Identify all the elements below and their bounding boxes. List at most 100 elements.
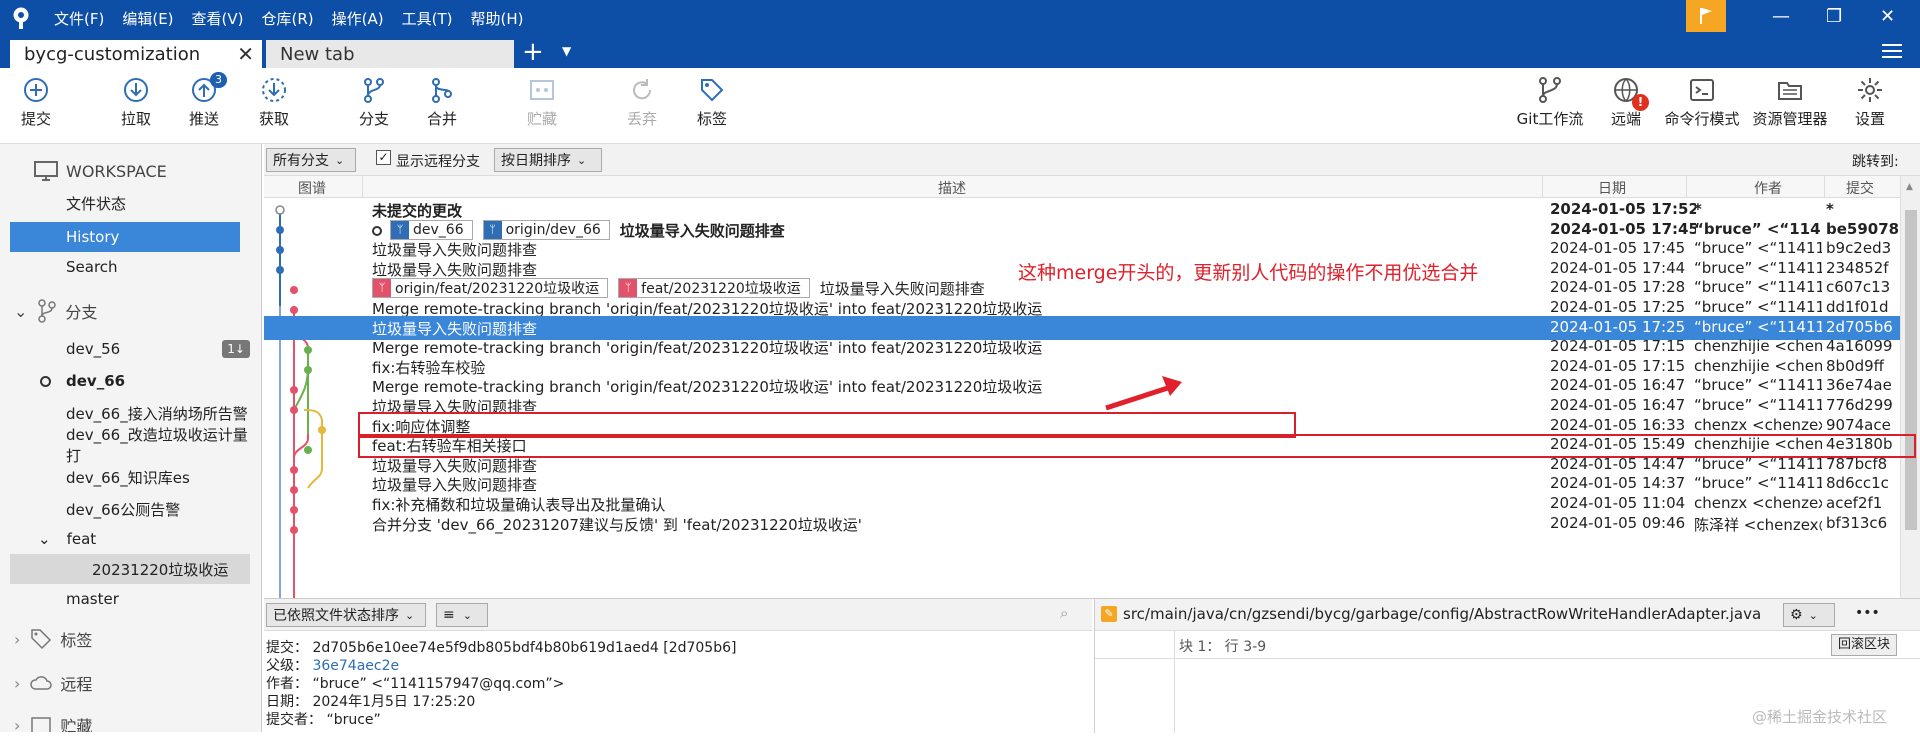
parent-link[interactable]: 36e74aec2e <box>312 658 399 674</box>
discard-icon <box>633 79 652 100</box>
chevron-right-icon[interactable]: › <box>14 716 20 733</box>
sidebar-branch-dev-56[interactable]: dev_56 1↓ <box>0 334 261 364</box>
branch-name: dev_66_改造垃圾收运计量打 <box>66 426 248 465</box>
menu-help[interactable]: 帮助(H) <box>470 8 523 29</box>
commit-hash: bf313c6 <box>1826 513 1888 532</box>
stash-icon <box>31 717 52 732</box>
commit-hash: 234852f <box>1826 258 1889 277</box>
sort-dropdown[interactable]: 按日期排序 ⌄ <box>494 148 602 172</box>
sidebar-item-history[interactable]: History <box>10 222 240 252</box>
more-options-icon[interactable]: ••• <box>1855 605 1880 621</box>
tag-label: 标签 <box>696 110 727 128</box>
hamburger-menu-icon[interactable] <box>1882 40 1902 60</box>
branch-name: dev_66 <box>66 372 126 390</box>
sidebar-branch-dev-66[interactable]: dev_66 <box>0 366 261 396</box>
commit-date: 2024-01-05 17:25 <box>1550 317 1686 336</box>
tab-new[interactable]: New tab <box>266 40 514 68</box>
search-icon[interactable]: ⌕ <box>1060 604 1068 622</box>
commit-author: “bruce” <“1141157947@qq.com”> <box>1694 317 1822 336</box>
pull-button[interactable]: 拉取 <box>106 76 166 129</box>
sidebar-branch-feat-child[interactable]: 20231220垃圾收运 <box>10 554 250 584</box>
commit-button[interactable]: 提交 <box>6 76 66 129</box>
stash-icon <box>530 80 554 100</box>
fetch-button[interactable]: 获取 <box>244 76 304 129</box>
toolbar: 提交 拉取 3 推送 获取 分支 合并 贮藏 丢弃 标签 Git工作流 ! 远端 <box>0 68 1920 144</box>
column-graph[interactable]: 图谱 <box>298 178 326 198</box>
menu-file[interactable]: 文件(F) <box>54 8 104 29</box>
tag-button[interactable]: 标签 <box>682 76 742 129</box>
stash-button[interactable]: 贮藏 <box>512 76 572 129</box>
history-scrollbar[interactable]: ▲ <box>1900 176 1920 602</box>
terminal-label: 命令行模式 <box>1664 110 1740 128</box>
chevron-down-icon[interactable]: ⌄ <box>14 302 27 321</box>
file-sort-dropdown[interactable]: 已依照文件状态排序 ⌄ <box>266 603 426 627</box>
chevron-down-icon: ⌄ <box>335 153 345 167</box>
push-button[interactable]: 3 推送 <box>174 72 234 129</box>
commit-hash: acef2f1 <box>1826 494 1883 512</box>
branches-header[interactable]: ⌄ 分支 <box>0 296 261 326</box>
branch-chip-label: origin/dev_66 <box>505 221 601 238</box>
explorer-button[interactable]: 资源管理器 <box>1752 76 1828 129</box>
sidebar-branch-master[interactable]: master <box>0 584 261 614</box>
close-tab-icon[interactable]: ✕ <box>237 42 254 66</box>
notification-flag-icon[interactable] <box>1686 0 1726 32</box>
menu-tools[interactable]: 工具(T) <box>402 8 453 29</box>
terminal-icon <box>1690 79 1714 101</box>
chevron-down-icon: ⌄ <box>577 153 587 167</box>
sidebar-branch-item[interactable]: dev_66_改造垃圾收运计量打 <box>0 426 261 465</box>
sidebar-item-search[interactable]: Search <box>0 252 261 282</box>
sidebar-item-label: History <box>66 228 120 246</box>
column-author[interactable]: 作者 <box>1754 178 1782 198</box>
settings-button[interactable]: 设置 <box>1840 76 1900 129</box>
view-mode-dropdown[interactable]: ≡ ⌄ <box>436 603 488 627</box>
column-commit[interactable]: 提交 <box>1846 178 1874 198</box>
branch-button[interactable]: 分支 <box>344 76 404 129</box>
tab-repository[interactable]: bycg-customization ✕ <box>10 40 262 68</box>
scrollbar-thumb[interactable] <box>1905 210 1917 530</box>
diff-toolbar: ✎ src/main/java/cn/gzsendi/bycg/garbage/… <box>1095 599 1920 631</box>
tab-bar: bycg-customization ✕ New tab <box>0 36 1920 68</box>
maximize-icon[interactable]: ❐ <box>1826 6 1842 27</box>
sidebar-folder-feat[interactable]: ⌄ feat <box>0 524 261 554</box>
show-remote-checkbox[interactable]: ✓ <box>376 150 391 165</box>
merge-button[interactable]: 合并 <box>412 76 472 129</box>
rollback-hunk-button[interactable]: 回滚区块 <box>1831 634 1898 656</box>
menu-view[interactable]: 查看(V) <box>192 8 244 29</box>
chevron-down-icon[interactable]: ⌄ <box>38 530 51 548</box>
menu-actions[interactable]: 操作(A) <box>332 8 384 29</box>
remotes-header[interactable]: › 远程 <box>0 668 261 698</box>
commit-row[interactable]: 合并分支 'dev_66_20231207建议与反馈' 到 'feat/2023… <box>264 512 1900 536</box>
terminal-button[interactable]: 命令行模式 <box>1664 76 1740 129</box>
workspace-header[interactable]: WORKSPACE <box>0 156 261 186</box>
author-label: 作者： <box>266 676 308 692</box>
commit-date: 2024-01-05 17:52 <box>1550 200 1696 218</box>
chevron-right-icon[interactable]: › <box>14 674 20 693</box>
stash-header[interactable]: › 贮藏 <box>0 710 261 733</box>
add-tab-icon[interactable]: + <box>522 36 544 68</box>
chevron-right-icon[interactable]: › <box>14 630 20 649</box>
close-window-icon[interactable]: ✕ <box>1880 6 1895 27</box>
chevron-down-icon: ⌄ <box>1808 608 1818 622</box>
commit-date: 2024-01-05 17:44 <box>1550 258 1686 277</box>
menu-repository[interactable]: 仓库(R) <box>262 8 314 29</box>
sidebar-branch-item[interactable]: dev_66_知识库es <box>0 462 261 492</box>
file-path: src/main/java/cn/gzsendi/bycg/garbage/co… <box>1123 605 1762 623</box>
branch-icon <box>38 299 57 323</box>
menu-edit[interactable]: 编辑(E) <box>122 8 173 29</box>
tab-dropdown-icon[interactable]: ▼ <box>562 44 571 58</box>
branch-filter-dropdown[interactable]: 所有分支 ⌄ <box>266 148 356 172</box>
column-description[interactable]: 描述 <box>938 178 966 198</box>
minimize-icon[interactable]: — <box>1772 6 1790 27</box>
diff-options-dropdown[interactable]: ⚙ ⌄ <box>1783 603 1835 627</box>
sidebar-item-file-status[interactable]: 文件状态 <box>0 188 261 218</box>
sidebar-branch-item[interactable]: dev_66公厕告警 <box>0 494 261 524</box>
discard-button[interactable]: 丢弃 <box>612 76 672 129</box>
remote-button[interactable]: ! 远端 <box>1596 76 1656 129</box>
scroll-up-icon[interactable]: ▲ <box>1906 182 1913 192</box>
gitflow-button[interactable]: Git工作流 <box>1514 76 1586 129</box>
commit-hash-value: 2d705b6e10ee74e5f9db805bdf4b80b619d1aed4… <box>312 640 737 656</box>
tags-header[interactable]: › 标签 <box>0 624 261 654</box>
sidebar: WORKSPACE 文件状态 History Search ⌄ 分支 dev_5… <box>0 144 262 732</box>
date-label: 日期： <box>266 694 308 710</box>
column-date[interactable]: 日期 <box>1598 178 1626 198</box>
